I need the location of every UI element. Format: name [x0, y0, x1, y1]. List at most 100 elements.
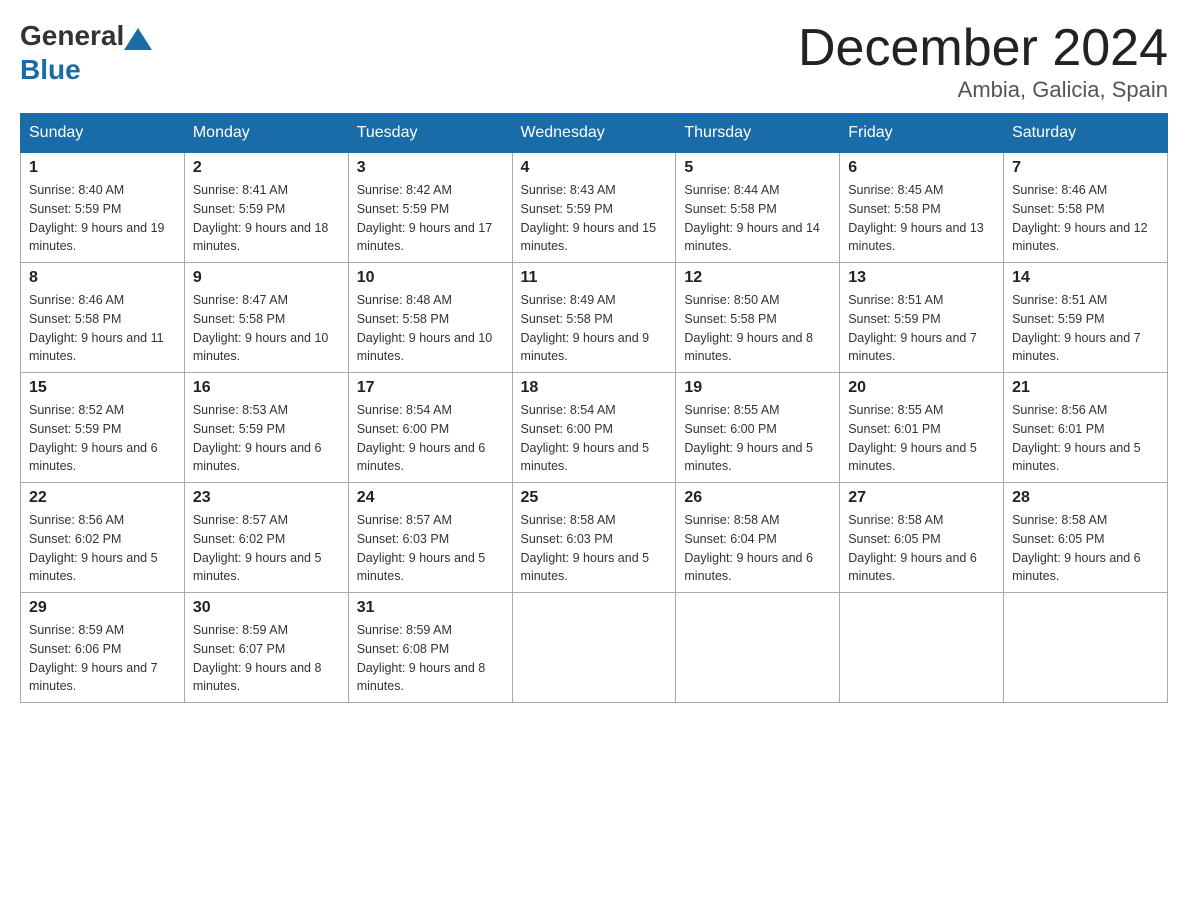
calendar-day-cell: 9 Sunrise: 8:47 AMSunset: 5:58 PMDaylight…	[184, 263, 348, 373]
weekday-header-sunday: Sunday	[21, 114, 185, 153]
day-info: Sunrise: 8:48 AMSunset: 5:58 PMDaylight:…	[357, 291, 504, 366]
empty-cell	[840, 593, 1004, 703]
calendar-week-row: 8 Sunrise: 8:46 AMSunset: 5:58 PMDaylight…	[21, 263, 1168, 373]
day-number: 24	[357, 489, 504, 507]
calendar-week-row: 1 Sunrise: 8:40 AMSunset: 5:59 PMDaylight…	[21, 153, 1168, 263]
day-info: Sunrise: 8:57 AMSunset: 6:02 PMDaylight:…	[193, 511, 340, 586]
day-info: Sunrise: 8:53 AMSunset: 5:59 PMDaylight:…	[193, 401, 340, 476]
calendar-day-cell: 6Sunrise: 8:45 AMSunset: 5:58 PMDaylight…	[840, 153, 1004, 263]
weekday-header-friday: Friday	[840, 114, 1004, 153]
day-info: Sunrise: 8:51 AMSunset: 5:59 PMDaylight:…	[1012, 291, 1159, 366]
calendar-day-cell: 5Sunrise: 8:44 AMSunset: 5:58 PMDaylight…	[676, 153, 840, 263]
logo: General Blue	[20, 20, 152, 86]
day-info: Sunrise: 8:57 AMSunset: 6:03 PMDaylight:…	[357, 511, 504, 586]
calendar-day-cell: 19 Sunrise: 8:55 AMSunset: 6:00 PMDayligh…	[676, 373, 840, 483]
day-info: Sunrise: 8:44 AMSunset: 5:58 PMDaylight:…	[684, 181, 831, 256]
day-info: Sunrise: 8:47 AMSunset: 5:58 PMDaylight:…	[193, 291, 340, 366]
calendar-day-cell: 18 Sunrise: 8:54 AMSunset: 6:00 PMDayligh…	[512, 373, 676, 483]
calendar-day-cell: 1 Sunrise: 8:40 AMSunset: 5:59 PMDaylight…	[21, 153, 185, 263]
day-info: Sunrise: 8:46 AMSunset: 5:58 PMDaylight:…	[29, 291, 176, 366]
title-area: December 2024 Ambia, Galicia, Spain	[798, 20, 1168, 103]
empty-cell	[512, 593, 676, 703]
day-info: Sunrise: 8:56 AMSunset: 6:02 PMDaylight:…	[29, 511, 176, 586]
calendar-day-cell: 12 Sunrise: 8:50 AMSunset: 5:58 PMDayligh…	[676, 263, 840, 373]
empty-cell	[676, 593, 840, 703]
weekday-header-tuesday: Tuesday	[348, 114, 512, 153]
day-info: Sunrise: 8:40 AMSunset: 5:59 PMDaylight:…	[29, 181, 176, 256]
page-header: General Blue December 2024 Ambia, Galici…	[20, 20, 1168, 103]
day-number: 8	[29, 269, 176, 287]
calendar-day-cell: 2 Sunrise: 8:41 AMSunset: 5:59 PMDaylight…	[184, 153, 348, 263]
day-number: 11	[521, 269, 668, 287]
day-number: 30	[193, 599, 340, 617]
day-number: 14	[1012, 269, 1159, 287]
day-info: Sunrise: 8:58 AMSunset: 6:05 PMDaylight:…	[848, 511, 995, 586]
day-number: 7	[1012, 159, 1159, 177]
logo-blue-text: Blue	[20, 54, 81, 86]
day-number: 18	[521, 379, 668, 397]
logo-general-text: General	[20, 20, 124, 52]
weekday-header-saturday: Saturday	[1004, 114, 1168, 153]
day-number: 3	[357, 159, 504, 177]
calendar-day-cell: 29Sunrise: 8:59 AMSunset: 6:06 PMDayligh…	[21, 593, 185, 703]
day-number: 12	[684, 269, 831, 287]
calendar-table: SundayMondayTuesdayWednesdayThursdayFrid…	[20, 113, 1168, 703]
day-info: Sunrise: 8:59 AMSunset: 6:07 PMDaylight:…	[193, 621, 340, 696]
calendar-day-cell: 28 Sunrise: 8:58 AMSunset: 6:05 PMDayligh…	[1004, 483, 1168, 593]
calendar-day-cell: 24 Sunrise: 8:57 AMSunset: 6:03 PMDayligh…	[348, 483, 512, 593]
calendar-day-cell: 15Sunrise: 8:52 AMSunset: 5:59 PMDayligh…	[21, 373, 185, 483]
calendar-day-cell: 8 Sunrise: 8:46 AMSunset: 5:58 PMDaylight…	[21, 263, 185, 373]
weekday-header-row: SundayMondayTuesdayWednesdayThursdayFrid…	[21, 114, 1168, 153]
day-info: Sunrise: 8:41 AMSunset: 5:59 PMDaylight:…	[193, 181, 340, 256]
day-info: Sunrise: 8:50 AMSunset: 5:58 PMDaylight:…	[684, 291, 831, 366]
day-number: 1	[29, 159, 176, 177]
logo-triangle-icon	[124, 28, 152, 50]
calendar-day-cell: 23 Sunrise: 8:57 AMSunset: 6:02 PMDayligh…	[184, 483, 348, 593]
day-info: Sunrise: 8:58 AMSunset: 6:04 PMDaylight:…	[684, 511, 831, 586]
day-number: 28	[1012, 489, 1159, 507]
calendar-day-cell: 22 Sunrise: 8:56 AMSunset: 6:02 PMDayligh…	[21, 483, 185, 593]
day-number: 16	[193, 379, 340, 397]
day-number: 20	[848, 379, 995, 397]
day-info: Sunrise: 8:58 AMSunset: 6:05 PMDaylight:…	[1012, 511, 1159, 586]
day-number: 23	[193, 489, 340, 507]
calendar-day-cell: 7 Sunrise: 8:46 AMSunset: 5:58 PMDaylight…	[1004, 153, 1168, 263]
day-info: Sunrise: 8:55 AMSunset: 6:01 PMDaylight:…	[848, 401, 995, 476]
calendar-day-cell: 31 Sunrise: 8:59 AMSunset: 6:08 PMDayligh…	[348, 593, 512, 703]
calendar-day-cell: 25Sunrise: 8:58 AMSunset: 6:03 PMDayligh…	[512, 483, 676, 593]
calendar-day-cell: 21 Sunrise: 8:56 AMSunset: 6:01 PMDayligh…	[1004, 373, 1168, 483]
day-info: Sunrise: 8:54 AMSunset: 6:00 PMDaylight:…	[357, 401, 504, 476]
day-info: Sunrise: 8:45 AMSunset: 5:58 PMDaylight:…	[848, 181, 995, 256]
day-number: 4	[521, 159, 668, 177]
calendar-day-cell: 4Sunrise: 8:43 AMSunset: 5:59 PMDaylight…	[512, 153, 676, 263]
day-info: Sunrise: 8:56 AMSunset: 6:01 PMDaylight:…	[1012, 401, 1159, 476]
day-info: Sunrise: 8:42 AMSunset: 5:59 PMDaylight:…	[357, 181, 504, 256]
day-number: 17	[357, 379, 504, 397]
empty-cell	[1004, 593, 1168, 703]
day-number: 27	[848, 489, 995, 507]
day-number: 22	[29, 489, 176, 507]
day-info: Sunrise: 8:54 AMSunset: 6:00 PMDaylight:…	[521, 401, 668, 476]
calendar-day-cell: 11Sunrise: 8:49 AMSunset: 5:58 PMDayligh…	[512, 263, 676, 373]
day-number: 19	[684, 379, 831, 397]
calendar-day-cell: 13Sunrise: 8:51 AMSunset: 5:59 PMDayligh…	[840, 263, 1004, 373]
day-info: Sunrise: 8:59 AMSunset: 6:08 PMDaylight:…	[357, 621, 504, 696]
month-title: December 2024	[798, 20, 1168, 77]
calendar-week-row: 15Sunrise: 8:52 AMSunset: 5:59 PMDayligh…	[21, 373, 1168, 483]
calendar-day-cell: 10Sunrise: 8:48 AMSunset: 5:58 PMDayligh…	[348, 263, 512, 373]
weekday-header-thursday: Thursday	[676, 114, 840, 153]
day-number: 21	[1012, 379, 1159, 397]
day-number: 31	[357, 599, 504, 617]
calendar-day-cell: 14 Sunrise: 8:51 AMSunset: 5:59 PMDayligh…	[1004, 263, 1168, 373]
calendar-day-cell: 3 Sunrise: 8:42 AMSunset: 5:59 PMDaylight…	[348, 153, 512, 263]
calendar-day-cell: 16 Sunrise: 8:53 AMSunset: 5:59 PMDayligh…	[184, 373, 348, 483]
calendar-day-cell: 30 Sunrise: 8:59 AMSunset: 6:07 PMDayligh…	[184, 593, 348, 703]
day-info: Sunrise: 8:52 AMSunset: 5:59 PMDaylight:…	[29, 401, 176, 476]
weekday-header-wednesday: Wednesday	[512, 114, 676, 153]
day-number: 26	[684, 489, 831, 507]
day-info: Sunrise: 8:55 AMSunset: 6:00 PMDaylight:…	[684, 401, 831, 476]
day-number: 2	[193, 159, 340, 177]
day-number: 9	[193, 269, 340, 287]
calendar-day-cell: 20 Sunrise: 8:55 AMSunset: 6:01 PMDayligh…	[840, 373, 1004, 483]
day-info: Sunrise: 8:46 AMSunset: 5:58 PMDaylight:…	[1012, 181, 1159, 256]
